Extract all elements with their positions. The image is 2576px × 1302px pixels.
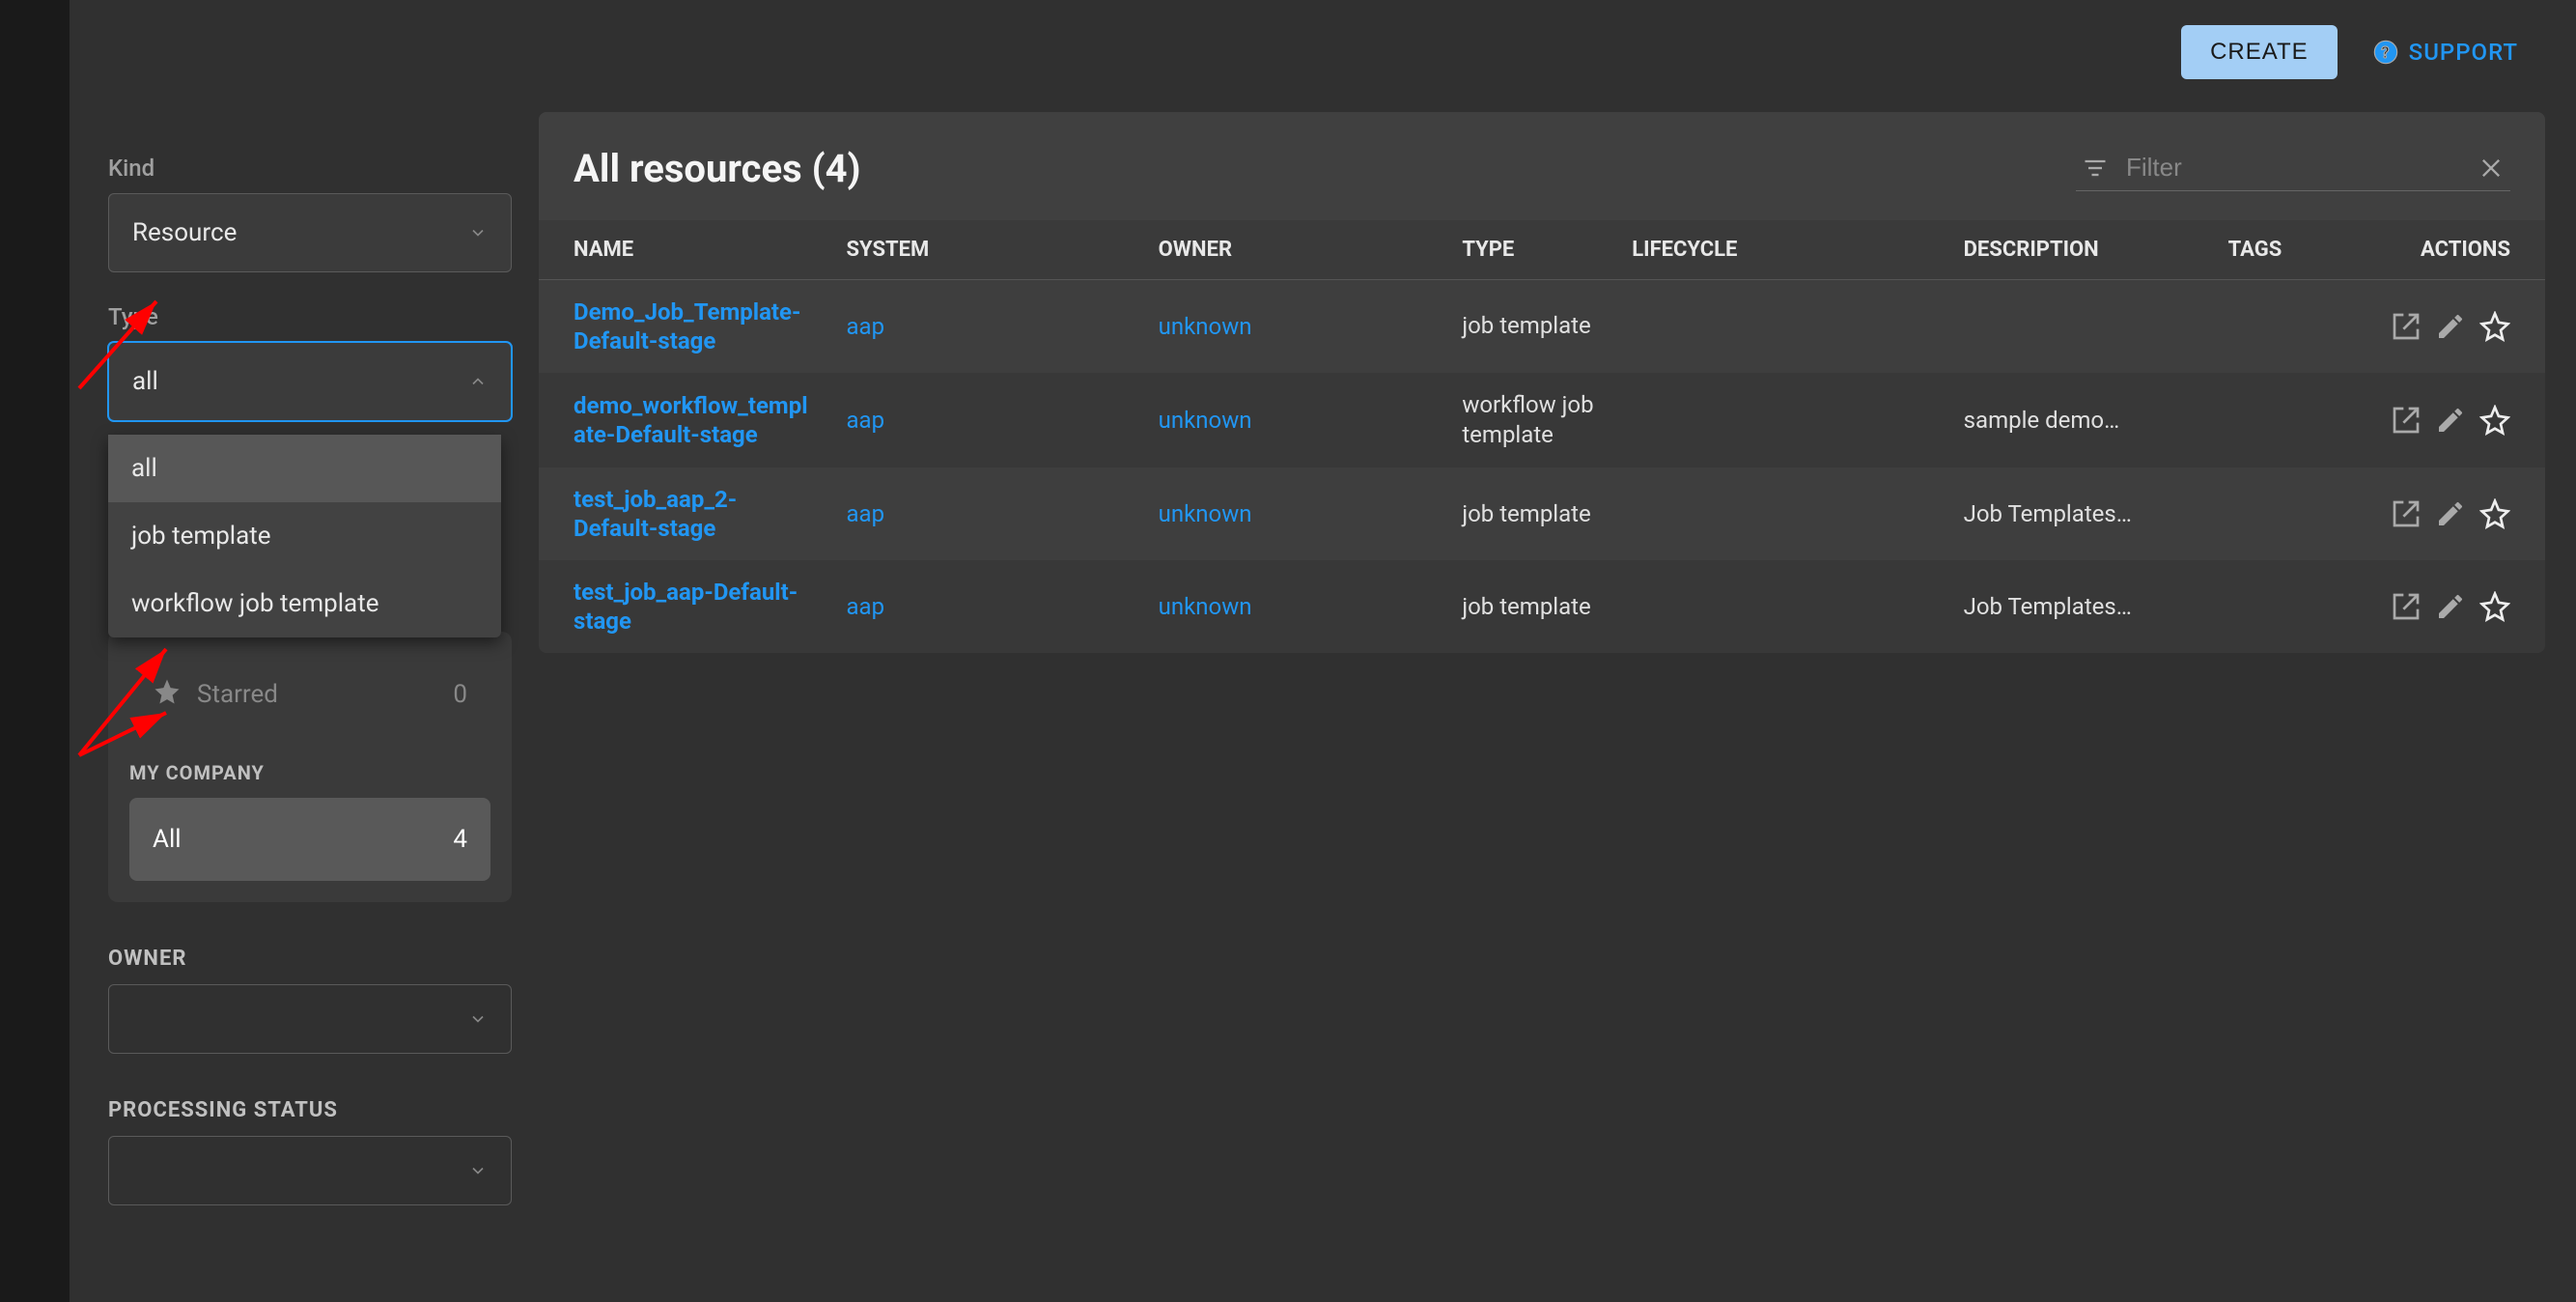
svg-text:?: ? [2381,43,2390,62]
row-name-link[interactable]: test_job_aap-Default-stage [574,579,798,635]
create-button[interactable]: CREATE [2181,25,2338,79]
processing-status-label: PROCESSING STATUS [108,1098,512,1122]
starred-label: Starred [197,680,278,709]
my-company-header: MY COMPANY [129,761,490,784]
row-system-link[interactable]: aap [847,593,885,620]
col-description[interactable]: DESCRIPTION [1950,220,2215,280]
support-label: SUPPORT [2409,39,2518,66]
row-type: job template [1448,280,1618,374]
table-row: Demo_Job_Template-Default-stage aap unknow… [539,280,2545,374]
star-icon [153,677,182,713]
row-type: workflow job template [1448,373,1618,467]
col-name[interactable]: NAME [539,220,833,280]
table-row: test_job_aap_2-Default-stage aap unknown jo… [539,467,2545,560]
row-owner-link[interactable]: unknown [1159,407,1252,434]
chevron-down-icon [468,1161,488,1180]
owner-select[interactable] [108,984,512,1054]
support-link[interactable]: ? SUPPORT [2372,39,2518,66]
row-type: job template [1448,560,1618,653]
open-icon[interactable] [2391,591,2422,622]
personal-card: Starred 0 MY COMPANY All 4 [108,632,512,902]
help-icon: ? [2372,39,2399,66]
row-description [1950,280,2215,374]
star-icon[interactable] [2479,591,2510,622]
row-system-link[interactable]: aap [847,500,885,527]
starred-filter[interactable]: Starred 0 [129,653,490,736]
col-lifecycle[interactable]: LIFECYCLE [1618,220,1949,280]
type-option-workflow-job-template[interactable]: workflow job template [108,570,501,637]
starred-count: 0 [453,680,467,709]
col-actions: ACTIONS [2364,220,2545,280]
open-icon[interactable] [2391,498,2422,529]
chevron-down-icon [468,223,488,242]
row-lifecycle [1618,373,1949,467]
kind-select[interactable]: Resource [108,193,512,272]
row-tags [2215,467,2364,560]
filter-input[interactable] [2126,153,2460,183]
edit-icon[interactable] [2435,498,2466,529]
row-lifecycle [1618,560,1949,653]
chevron-up-icon [468,372,488,391]
col-type[interactable]: TYPE [1448,220,1618,280]
row-name-link[interactable]: Demo_Job_Template-Default-stage [574,298,800,354]
type-dropdown: all job template workflow job template [108,435,501,637]
col-system[interactable]: SYSTEM [833,220,1145,280]
processing-status-select[interactable] [108,1136,512,1205]
edit-icon[interactable] [2435,405,2466,436]
row-name-link[interactable]: test_job_aap_2-Default-stage [574,486,737,542]
top-bar: CREATE ? SUPPORT [70,0,2576,104]
row-system-link[interactable]: aap [847,313,885,340]
kind-label: Kind [108,155,512,182]
left-rail [0,0,70,1302]
col-owner[interactable]: OWNER [1145,220,1449,280]
page-title: All resources (4) [574,146,861,191]
row-system-link[interactable]: aap [847,407,885,434]
star-icon[interactable] [2479,405,2510,436]
kind-select-value: Resource [132,218,237,247]
col-tags[interactable]: TAGS [2215,220,2364,280]
filter-icon [2082,155,2109,182]
my-company-all-label: All [153,825,182,854]
content-panel: All resources (4) NAME [539,112,2545,653]
row-actions [2364,373,2545,467]
star-icon[interactable] [2479,498,2510,529]
my-company-all[interactable]: All 4 [129,798,490,881]
star-icon[interactable] [2479,311,2510,342]
table-row: demo_workflow_template-Default-stage aap u… [539,373,2545,467]
row-lifecycle [1618,467,1949,560]
clear-filter-icon[interactable] [2478,155,2505,182]
row-description: Job Templates… [1950,467,2215,560]
row-lifecycle [1618,280,1949,374]
row-actions [2364,560,2545,653]
edit-icon[interactable] [2435,591,2466,622]
type-select-value: all [132,367,158,396]
sidebar: Kind Resource Type all all job temp [108,104,512,1302]
type-option-all[interactable]: all [108,435,501,502]
filter-input-wrap [2076,145,2510,191]
row-type: job template [1448,467,1618,560]
row-owner-link[interactable]: unknown [1159,500,1252,527]
open-icon[interactable] [2391,311,2422,342]
type-option-job-template[interactable]: job template [108,502,501,570]
row-description: Job Templates… [1950,560,2215,653]
row-owner-link[interactable]: unknown [1159,313,1252,340]
row-name-link[interactable]: demo_workflow_template-Default-stage [574,392,808,448]
owner-label: OWNER [108,947,512,971]
resource-table: NAME SYSTEM OWNER TYPE LIFECYCLE DESCRIP… [539,220,2545,653]
type-select[interactable]: all [108,342,512,421]
row-actions [2364,467,2545,560]
chevron-down-icon [468,1009,488,1029]
row-owner-link[interactable]: unknown [1159,593,1252,620]
row-tags [2215,373,2364,467]
row-tags [2215,280,2364,374]
row-tags [2215,560,2364,653]
my-company-all-count: 4 [453,825,467,854]
table-row: test_job_aap-Default-stage aap unknown job … [539,560,2545,653]
row-actions [2364,280,2545,374]
open-icon[interactable] [2391,405,2422,436]
edit-icon[interactable] [2435,311,2466,342]
row-description: sample demo… [1950,373,2215,467]
type-label: Type [108,303,512,330]
